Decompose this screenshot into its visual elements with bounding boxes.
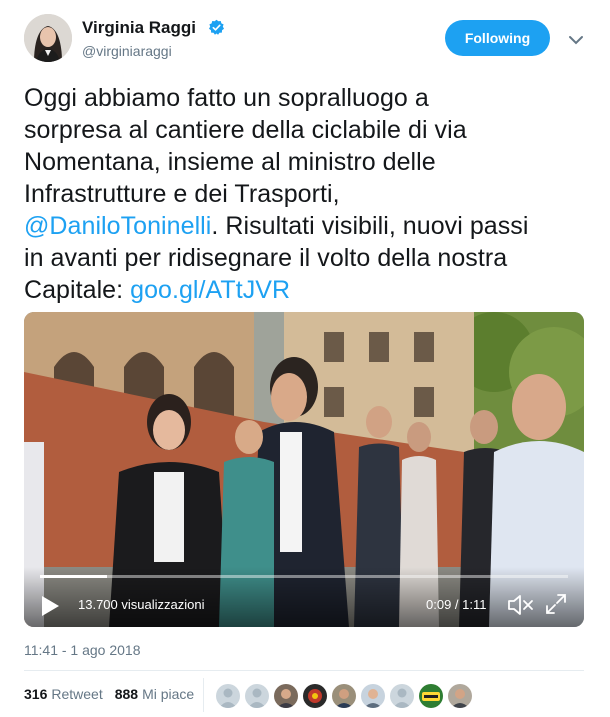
author-avatar[interactable] bbox=[24, 14, 72, 62]
video-progress-bar[interactable] bbox=[40, 575, 568, 578]
view-count: 13.700 visualizzazioni bbox=[78, 597, 205, 612]
mention-link[interactable]: @DaniloToninelli bbox=[24, 212, 211, 240]
fullscreen-icon[interactable] bbox=[544, 592, 568, 616]
url-link[interactable]: goo.gl/ATtJVR bbox=[130, 276, 290, 304]
tweet-line: sorpresa al cantiere della ciclabile di … bbox=[24, 116, 467, 144]
like-count: 888 bbox=[114, 686, 139, 702]
video-progress-fill bbox=[40, 575, 108, 578]
video-time: 0:09 / 1:11 bbox=[426, 597, 487, 612]
verified-badge-icon bbox=[208, 19, 225, 36]
liker-avatar[interactable] bbox=[447, 683, 473, 709]
retweet-label: Retweet bbox=[51, 686, 103, 702]
divider bbox=[203, 678, 204, 712]
tweet-line: Capitale: goo.gl/ATtJVR bbox=[24, 274, 584, 306]
liker-avatar[interactable] bbox=[360, 683, 386, 709]
liker-avatar[interactable] bbox=[302, 683, 328, 709]
like-label: Mi piace bbox=[142, 686, 195, 702]
play-icon[interactable] bbox=[40, 595, 60, 617]
tweet-line: Nomentana, insieme al ministro delle bbox=[24, 148, 436, 176]
liker-avatar[interactable] bbox=[389, 683, 415, 709]
speaker-muted-icon[interactable] bbox=[507, 593, 535, 617]
retweet-count: 316 bbox=[24, 686, 48, 702]
divider bbox=[24, 670, 584, 671]
liker-avatar[interactable] bbox=[418, 683, 444, 709]
tweet-text-fragment: Capitale: bbox=[24, 276, 131, 304]
author-handle[interactable]: @virginiaraggi bbox=[82, 43, 172, 59]
tweet-text-fragment: . Risultati visibili, nuovi passi bbox=[211, 212, 529, 240]
author-name[interactable]: Virginia Raggi bbox=[82, 18, 196, 38]
liker-avatar[interactable] bbox=[331, 683, 357, 709]
liker-avatar[interactable] bbox=[215, 683, 241, 709]
chevron-down-icon[interactable] bbox=[566, 30, 586, 50]
tweet-timestamp[interactable]: 11:41 - 1 ago 2018 bbox=[24, 642, 141, 658]
tweet-line: @DaniloToninelli. Risultati visibili, nu… bbox=[24, 210, 584, 242]
tweet-stats: 316 Retweet 888 Mi piace bbox=[24, 686, 206, 702]
tweet-line: Infrastrutture e dei Trasporti, bbox=[24, 180, 340, 208]
liker-avatar[interactable] bbox=[244, 683, 270, 709]
video-player[interactable]: 13.700 visualizzazioni 0:09 / 1:11 bbox=[24, 312, 584, 627]
following-button[interactable]: Following bbox=[445, 20, 550, 56]
like-stat[interactable]: 888 Mi piace bbox=[115, 686, 195, 702]
retweet-stat[interactable]: 316 Retweet bbox=[24, 686, 103, 702]
tweet-text: Oggi abbiamo fatto un sopralluogo a sorp… bbox=[24, 82, 584, 306]
tweet-line: Oggi abbiamo fatto un sopralluogo a bbox=[24, 84, 429, 112]
liker-avatar[interactable] bbox=[273, 683, 299, 709]
tweet-line: in avanti per ridisegnare il volto della… bbox=[24, 244, 508, 272]
